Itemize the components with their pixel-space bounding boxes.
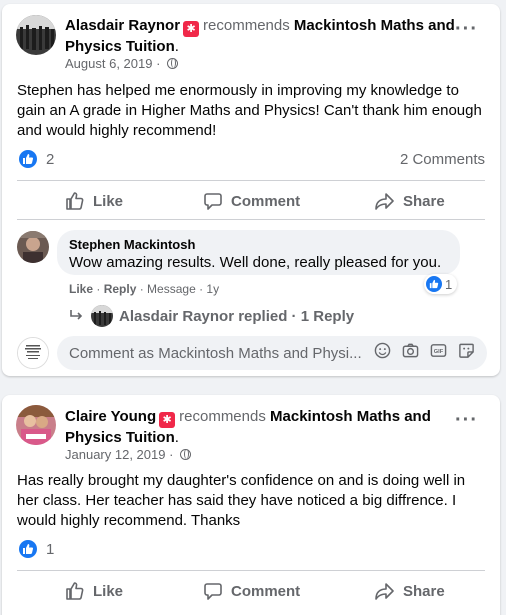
author-name[interactable]: Claire Young xyxy=(65,408,156,425)
divider xyxy=(17,570,485,571)
emoji-icon[interactable] xyxy=(374,342,391,364)
composer-icons: GIF xyxy=(374,342,475,364)
sticker-icon[interactable] xyxy=(458,342,475,364)
like-icon xyxy=(66,192,84,210)
recommend-star-icon: ✱ xyxy=(183,21,200,37)
post-date[interactable]: August 6, 2019 · xyxy=(65,56,179,71)
commenter-avatar[interactable] xyxy=(17,231,49,263)
page-avatar xyxy=(17,337,49,369)
globe-icon xyxy=(167,58,179,69)
post-header: Claire Young ✱ recommends Mackintosh Maths… xyxy=(65,408,431,446)
share-button[interactable]: Share xyxy=(375,581,445,601)
comments-count[interactable]: 2 Comments xyxy=(400,151,485,168)
post-body: Has really brought my daughter's confide… xyxy=(17,472,466,529)
comment-text: Wow amazing results. Well done, really p… xyxy=(69,254,442,271)
like-icon xyxy=(426,276,442,292)
review-post-2: Claire Young ✱ recommends Mackintosh Maths… xyxy=(2,395,500,615)
gif-icon[interactable]: GIF xyxy=(430,342,447,364)
like-button[interactable]: Like xyxy=(65,191,123,211)
comment-button[interactable]: Comment xyxy=(203,581,300,601)
like-button[interactable]: Like xyxy=(65,581,123,601)
comment-bubble: Stephen Mackintosh Wow amazing results. … xyxy=(57,230,460,275)
comment-actions: Like · Reply · Message · 1y xyxy=(69,282,220,296)
post-header: Alasdair Raynor ✱ recommends Mackintosh Ma… xyxy=(65,17,455,55)
author-avatar[interactable] xyxy=(16,405,56,445)
divider xyxy=(17,219,485,220)
like-icon xyxy=(66,582,84,600)
comment-reactions[interactable]: 1 xyxy=(424,274,458,294)
comment-message-link[interactable]: Message xyxy=(147,282,196,296)
recommends-label: recommends xyxy=(203,17,290,34)
reaction-count[interactable]: 1 xyxy=(46,541,54,558)
svg-text:GIF: GIF xyxy=(434,349,444,355)
recommend-star-icon: ✱ xyxy=(159,412,176,428)
comment-button[interactable]: Comment xyxy=(203,191,300,211)
share-icon xyxy=(375,583,394,600)
author-name[interactable]: Alasdair Raynor xyxy=(65,17,180,34)
reaction-count[interactable]: 2 xyxy=(46,151,54,168)
more-options-button[interactable]: ··· xyxy=(455,409,478,432)
camera-icon[interactable] xyxy=(402,342,419,364)
comment-like-link[interactable]: Like xyxy=(69,282,93,296)
comment-icon xyxy=(204,583,222,600)
reply-author-avatar xyxy=(91,305,113,327)
comment-input[interactable] xyxy=(69,344,368,362)
replies-link[interactable]: Alasdair Raynor replied · 1 Reply xyxy=(69,305,354,327)
comment-icon xyxy=(204,193,222,210)
recommends-label: recommends xyxy=(179,408,266,425)
commenter-name[interactable]: Stephen Mackintosh xyxy=(69,237,448,253)
like-icon xyxy=(19,150,37,168)
author-avatar[interactable] xyxy=(16,15,56,55)
comment-composer: GIF xyxy=(57,336,487,370)
review-post-1: Alasdair Raynor ✱ recommends Mackintosh Ma… xyxy=(2,4,500,376)
post-date[interactable]: January 12, 2019 · xyxy=(65,447,192,462)
like-icon xyxy=(19,540,37,558)
post-body: Stephen has helped me enormously in impr… xyxy=(17,82,482,139)
comment-age[interactable]: 1y xyxy=(206,282,219,296)
share-icon xyxy=(375,193,394,210)
comment-reply-link[interactable]: Reply xyxy=(104,282,137,296)
reply-arrow-icon xyxy=(70,310,83,320)
globe-icon xyxy=(180,449,192,460)
divider xyxy=(17,180,485,181)
more-options-button[interactable]: ··· xyxy=(455,18,478,41)
share-button[interactable]: Share xyxy=(375,191,445,211)
